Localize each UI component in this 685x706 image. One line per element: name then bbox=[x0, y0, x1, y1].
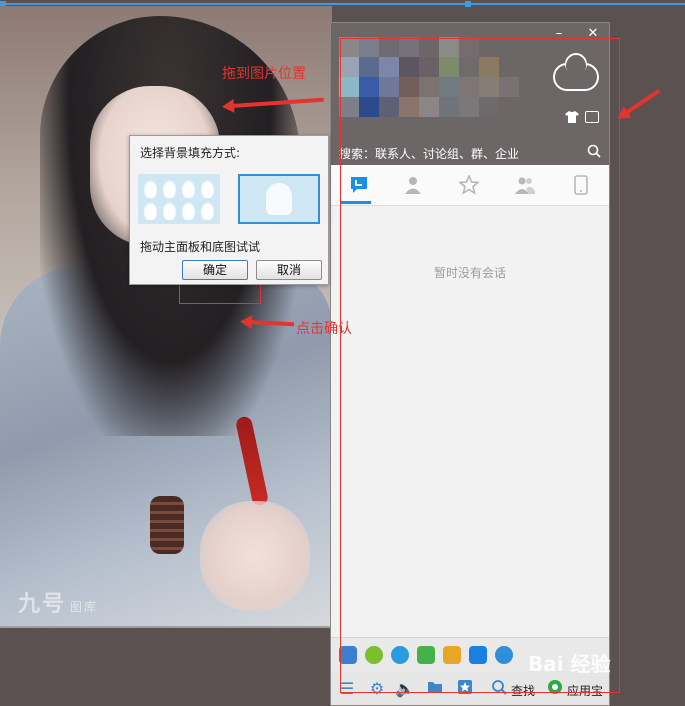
selection-top-border bbox=[0, 3, 685, 5]
confirm-button[interactable]: 确定 bbox=[182, 260, 248, 280]
confirm-annotation-text: 点击确认 bbox=[296, 321, 352, 337]
tile-fill-option[interactable] bbox=[138, 174, 220, 224]
resize-handle-top[interactable] bbox=[465, 1, 471, 7]
photo-watermark: 九号 图库 bbox=[18, 592, 99, 617]
drag-annotation-text: 拖到图片位置 bbox=[222, 66, 306, 82]
fill-mode-dialog[interactable]: 选择背景填充方式: 拖动主面板和底图试试 确定 取消 bbox=[129, 135, 329, 285]
background-photo: 九号 图库 bbox=[0, 6, 332, 628]
baidu-jingyan-watermark: Bai 经验 bbox=[528, 652, 611, 676]
penguin-icon bbox=[266, 183, 292, 215]
dialog-title: 选择背景填充方式: bbox=[140, 146, 241, 160]
panel-highlight-box bbox=[340, 38, 620, 693]
panel-arrow-icon bbox=[624, 88, 661, 115]
center-fill-option[interactable] bbox=[238, 174, 320, 224]
dialog-hint: 拖动主面板和底图试试 bbox=[140, 240, 261, 254]
cancel-button[interactable]: 取消 bbox=[256, 260, 322, 280]
